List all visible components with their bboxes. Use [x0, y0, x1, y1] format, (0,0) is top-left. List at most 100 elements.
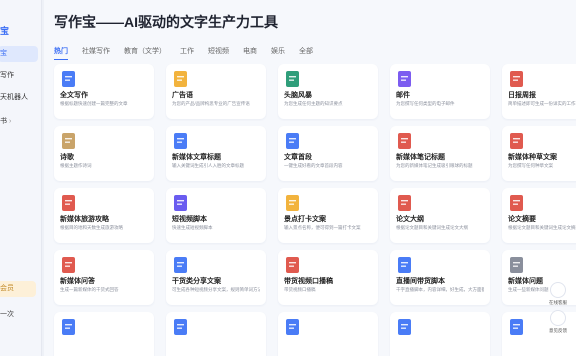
mail-icon — [398, 71, 411, 87]
tool-card[interactable]: 景点打卡文案输入景点名称，便可得到一篇打卡文案 — [278, 188, 378, 243]
tool-card[interactable]: 直播间带货脚本千字直播脚本，内容详细，好生成，大方面都！ — [390, 250, 490, 305]
tool-card[interactable]: 广告语 为您的产品/品牌构思专业的广告宣传语 — [166, 64, 266, 119]
tool-card-name: 日报周报 — [508, 92, 536, 99]
member-label: 会员 — [0, 285, 14, 292]
tool-card-desc: 快速生成短视频脚本 — [172, 225, 213, 230]
doc-icon — [174, 133, 187, 149]
online-service-label: 在线客服 — [549, 300, 567, 305]
note-icon — [398, 133, 411, 149]
tool-card-name: 新媒体旅游攻略 — [60, 216, 109, 223]
sidebar-item-chatbot[interactable]: 天机器人 — [0, 90, 38, 106]
tool-card[interactable] — [278, 312, 378, 356]
tool-card-name: 干货类分享文案 — [172, 278, 221, 285]
tool-card-name: 头脑风暴 — [284, 92, 312, 99]
sidebar-item-writing-active[interactable]: 宝 — [0, 46, 38, 62]
hash-icon — [62, 257, 75, 273]
team-icon — [510, 319, 523, 335]
tool-card-name: 全文写作 — [60, 92, 88, 99]
tool-card[interactable]: 新媒体问答生成一篇新媒体的干货式回答 — [54, 250, 154, 305]
tool-card-desc: 生成一篇新媒体的干货式回答 — [60, 287, 119, 292]
feedback-label: 意见反馈 — [549, 328, 567, 333]
feedback-icon — [550, 310, 566, 326]
tool-card-name: 景点打卡文案 — [284, 216, 326, 223]
feedback-button[interactable]: 意见反馈 — [546, 310, 570, 334]
tool-card[interactable]: 干货类分享文案可生成各种短视频分享文案，规则简单词方法等 — [166, 250, 266, 305]
member-button[interactable]: 会员 — [0, 281, 36, 297]
tool-card[interactable]: 邮件为您撰写任何类型的电子邮件 — [390, 64, 490, 119]
play-icon — [174, 195, 187, 211]
tool-card-desc: 根据论文题目和关键词生成论文大纲 — [396, 225, 468, 230]
sidebar-logo: 宝 — [0, 26, 10, 36]
tool-card-name: 文章首段 — [284, 154, 312, 161]
tool-card-desc: 根据标题快速创建一篇完整的文章 — [60, 101, 128, 106]
report-icon — [510, 71, 523, 87]
tool-card[interactable]: 短视频脚本快速生成短视频脚本 — [166, 188, 266, 243]
tool-card-name: 广告语 — [172, 92, 193, 99]
tool-card-name: 新媒体种草文案 — [508, 154, 557, 161]
tool-card-name: 新媒体问答 — [60, 278, 95, 285]
tab-entertainment[interactable]: 娱乐 — [271, 46, 285, 60]
tool-card-desc: 输入景点名称，便可得到一篇打卡文案 — [284, 225, 361, 230]
tab-social[interactable]: 社媒写作 — [82, 46, 110, 60]
tab-hot[interactable]: 热门 — [54, 46, 68, 60]
tool-card[interactable] — [166, 312, 266, 356]
bag-icon — [286, 257, 299, 273]
tool-card[interactable]: 论文摘要 根据论文题目和关键词生成论文摘要 — [502, 188, 576, 243]
chevron-right-icon: › — [8, 118, 12, 125]
tool-card[interactable]: 带货视频口播稿 带货视频口播稿 — [278, 250, 378, 305]
tool-card[interactable]: 论文大纲 根据论文题目和关键词生成论文大纲 — [390, 188, 490, 243]
tab-education[interactable]: 教育（文学） — [124, 46, 166, 60]
tool-card[interactable]: 日报周报简单描述即可生成一份详实的工作日报 — [502, 64, 576, 119]
sidebar-item-label: 书 — [0, 118, 7, 125]
tool-card[interactable]: 新媒体笔记标题为您的新媒体笔记生成吸引眼球的标题 — [390, 126, 490, 181]
tool-card[interactable]: 新媒体文章标题输入关键词生成引人入胜的文章标题 — [166, 126, 266, 181]
book-red-icon — [510, 195, 523, 211]
tool-card[interactable]: 文章首段一键生成好看的文章首段内容 — [278, 126, 378, 181]
headset-icon — [550, 282, 566, 298]
folder-icon — [174, 71, 187, 87]
chart-icon — [286, 71, 299, 87]
tool-card-grid: 全文写作 根据标题快速创建一篇完整的文章 广告语 为您的产品/品牌构思专业的广告宣传语… — [54, 64, 576, 356]
tool-card-name: 新媒体文章标题 — [172, 154, 221, 161]
tab-work[interactable]: 工作 — [180, 46, 194, 60]
sidebar-item-writing[interactable]: 写作 — [0, 68, 38, 84]
tool-card-desc: 千字直播脚本，内容详细，好生成，大方面都！ — [396, 287, 484, 292]
tool-card[interactable]: 新媒体旅游攻略 根据目的地和天数生成旅游攻略 — [54, 188, 154, 243]
live-icon — [398, 257, 411, 273]
tool-card[interactable]: 全文写作根据标题快速创建一篇完整的文章 — [54, 64, 154, 119]
travel-icon — [62, 195, 75, 211]
tool-card[interactable] — [54, 312, 154, 356]
sidebar-item-books[interactable]: 书 › — [0, 114, 38, 130]
tool-card-desc: 可生成各种短视频分享文案，规则简单词方法等 — [172, 287, 260, 292]
tool-card[interactable] — [390, 312, 490, 356]
sidebar-item-label: 写作 — [0, 72, 14, 79]
tool-card-desc: 一键生成好看的文章首段内容 — [284, 163, 343, 168]
pin-icon — [286, 195, 299, 211]
tool-card-desc: 根据主题作诗词 — [60, 163, 92, 168]
tool-card-desc: 为您撰写任何类型的电子邮件 — [396, 101, 455, 106]
tool-card-desc: 为您生成任何主题的知识要点 — [284, 101, 343, 106]
tool-card-name: 邮件 — [396, 92, 410, 99]
tab-all[interactable]: 全部 — [299, 46, 313, 60]
tool-card[interactable]: 新媒体种草文案 为您撰写任何种草文案 — [502, 126, 576, 181]
book-icon — [398, 195, 411, 211]
page-title: 写作宝——AI驱动的文字生产力工具 — [54, 14, 278, 30]
tool-card[interactable]: 诗歌 根据主题作诗词 — [54, 126, 154, 181]
online-service-button[interactable]: 在线客服 — [546, 282, 570, 306]
code-icon — [286, 319, 299, 335]
quill-icon — [62, 133, 75, 149]
tool-card-name: 直播间带货脚本 — [396, 278, 445, 285]
tool-card-name: 短视频脚本 — [172, 216, 207, 223]
tool-card-desc: 为您的新媒体笔记生成吸引眼球的标题 — [396, 163, 473, 168]
tab-ecommerce[interactable]: 电商 — [243, 46, 257, 60]
tool-card-desc: 输入关键词生成引人入胜的文章标题 — [172, 163, 244, 168]
sidebar-item-label: 天机器人 — [0, 94, 28, 101]
tool-card[interactable]: 头脑风暴为您生成任何主题的知识要点 — [278, 64, 378, 119]
docs-icon — [286, 133, 299, 149]
question-icon — [510, 257, 523, 273]
sidebar-item-label: 宝 — [0, 50, 7, 57]
tab-short-video[interactable]: 短视频 — [208, 46, 229, 60]
tool-card-name: 新媒体笔记标题 — [396, 154, 445, 161]
sidebar-bottom-label[interactable]: 一次 — [0, 309, 14, 319]
tool-card-desc: 为您撰写任何种草文案 — [508, 163, 553, 168]
